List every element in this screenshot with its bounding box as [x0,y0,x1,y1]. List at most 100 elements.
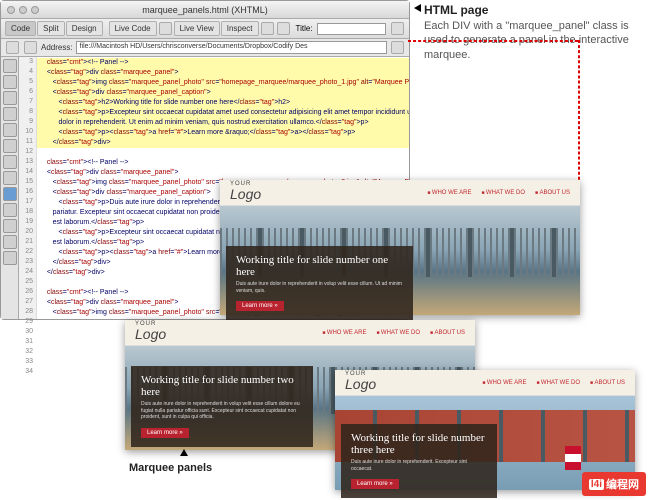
watermark-text: 编程网 [606,476,639,492]
nav-item[interactable]: WHO WE ARE [482,380,526,386]
panel-nav: WHO WE ARE WHAT WE DO ABOUT US [482,380,625,386]
live-view-button[interactable]: Live View [174,21,220,36]
line-number: 21 [19,237,36,247]
tool-icon[interactable] [3,139,17,153]
code-tools-sidebar [1,57,19,319]
code-line[interactable]: dolor in reprehenderit. Ut enim ad minim… [37,118,409,128]
line-number: 4 [19,67,36,77]
code-line[interactable] [37,148,409,158]
toolbar-icon[interactable] [391,22,404,35]
line-number: 30 [19,327,36,337]
panel-header: YOURLogo WHO WE ARE WHAT WE DO ABOUT US [125,320,475,346]
logo: YOURLogo [345,372,376,394]
tool-icon[interactable] [3,187,17,201]
window-title: marquee_panels.html (XHTML) [142,5,268,15]
tool-icon[interactable] [3,59,17,73]
tool-icon[interactable] [3,91,17,105]
inspect-button[interactable]: Inspect [221,21,259,36]
learn-more-link[interactable]: Learn more » [351,479,399,489]
window-controls[interactable] [7,6,39,14]
tool-icon[interactable] [3,171,17,185]
caption-body: Duis aute irure dolor in reprehenderit i… [236,281,403,294]
address-bar: Address: file:///Macintosh HD/Users/chri… [1,39,409,57]
line-number: 25 [19,277,36,287]
code-line[interactable]: <class="tag">p>Excepteur sint occaecat c… [37,108,409,118]
address-field[interactable]: file:///Macintosh HD/Users/chrisconverse… [76,41,387,54]
close-icon[interactable] [7,6,15,14]
title-label: Title: [296,24,313,33]
title-input[interactable] [317,23,386,35]
line-number: 18 [19,207,36,217]
forward-icon[interactable] [24,41,37,54]
window-titlebar[interactable]: marquee_panels.html (XHTML) [1,1,409,19]
caption-title: Working title for slide number one here [236,254,403,278]
line-number: 11 [19,137,36,147]
code-line[interactable]: </class="tag">div> [37,138,409,148]
tool-icon[interactable] [3,251,17,265]
line-number: 15 [19,177,36,187]
line-number: 33 [19,357,36,367]
connector-line [578,40,580,195]
caption-body: Duis aute irure dolor in reprehenderit. … [351,459,487,472]
design-view-button[interactable]: Design [66,21,103,36]
tool-icon[interactable] [3,219,17,233]
learn-more-link[interactable]: Learn more » [236,301,284,311]
tool-icon[interactable] [3,123,17,137]
toolbar-icon[interactable] [159,22,172,35]
code-line[interactable]: <class="tag">div class="marquee_panel_ca… [37,88,409,98]
tool-icon[interactable] [3,203,17,217]
code-view-button[interactable]: Code [5,21,36,36]
code-line[interactable]: <class="tag">img class="marquee_panel_ph… [37,78,409,88]
logo: YOURLogo [230,182,261,204]
watermark-icon: l4i [589,479,604,490]
toolbar-icon[interactable] [277,22,290,35]
split-view-button[interactable]: Split [37,21,65,36]
line-number: 7 [19,97,36,107]
code-line[interactable]: <class="tag">p><class="tag">a href="#">L… [37,128,409,138]
minimize-icon[interactable] [19,6,27,14]
toolbar-icon[interactable] [261,22,274,35]
zoom-icon[interactable] [31,6,39,14]
annotation-title: HTML page [424,3,644,17]
nav-item[interactable]: WHO WE ARE [322,330,366,336]
nav-item[interactable]: WHAT WE DO [481,190,525,196]
panel-caption: Working title for slide number two here … [131,366,313,447]
code-line[interactable]: <class="tag">div class="marquee_panel"> [37,68,409,78]
line-number: 20 [19,227,36,237]
tool-icon[interactable] [3,235,17,249]
panel-header: YOURLogo WHO WE ARE WHAT WE DO ABOUT US [220,180,580,206]
tool-icon[interactable] [3,155,17,169]
annotation-html-page: HTML page Each DIV with a "marquee_panel… [424,3,644,62]
line-number: 34 [19,367,36,377]
line-number: 12 [19,147,36,157]
nav-item[interactable]: ABOUT US [590,380,625,386]
line-number: 31 [19,337,36,347]
line-number: 3 [19,57,36,67]
arrow-left-icon [414,4,421,12]
watermark: l4i 编程网 [582,472,646,496]
code-line[interactable]: class="cmt"><!-- Panel --> [37,158,409,168]
arrow-up-icon [180,449,188,456]
learn-more-link[interactable]: Learn more » [141,428,189,438]
nav-item[interactable]: WHO WE ARE [427,190,471,196]
line-number: 28 [19,307,36,317]
back-icon[interactable] [6,41,19,54]
nav-item[interactable]: WHAT WE DO [536,380,580,386]
tool-icon[interactable] [3,75,17,89]
line-number: 22 [19,247,36,257]
caption-title: Working title for slide number three her… [351,432,487,456]
line-number: 13 [19,157,36,167]
nav-item[interactable]: WHAT WE DO [376,330,420,336]
marquee-panel-preview-1: YOURLogo WHO WE ARE WHAT WE DO ABOUT US … [220,180,580,315]
live-code-button[interactable]: Live Code [109,21,157,36]
line-number: 10 [19,127,36,137]
browse-icon[interactable] [391,41,404,54]
line-number: 29 [19,317,36,327]
nav-item[interactable]: ABOUT US [535,190,570,196]
code-line[interactable]: class="cmt"><!-- Panel --> [37,58,409,68]
nav-item[interactable]: ABOUT US [430,330,465,336]
tool-icon[interactable] [3,107,17,121]
code-line[interactable]: <class="tag">h2>Working title for slide … [37,98,409,108]
code-line[interactable]: <class="tag">div class="marquee_panel"> [37,168,409,178]
line-number: 32 [19,347,36,357]
